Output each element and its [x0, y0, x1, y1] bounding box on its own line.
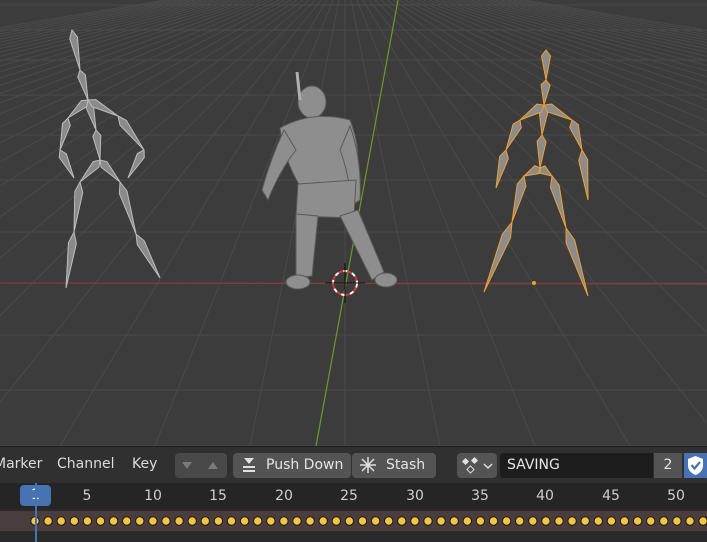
snowflake-icon — [360, 457, 376, 473]
stash-button[interactable]: Stash — [352, 453, 436, 478]
keyframe[interactable] — [69, 516, 80, 526]
3d-viewport[interactable] — [0, 0, 707, 446]
keyframe[interactable] — [593, 516, 603, 526]
keyframe[interactable] — [384, 516, 394, 526]
keyframe[interactable] — [161, 516, 171, 526]
ruler-tick: 50 — [667, 488, 685, 504]
menu-channel[interactable]: Channel — [57, 456, 114, 472]
keyframe[interactable] — [318, 516, 328, 526]
ruler-tick: 45 — [602, 488, 620, 504]
keyframe[interactable] — [239, 516, 250, 526]
keyframe[interactable] — [410, 516, 420, 526]
shield-icon — [688, 456, 703, 475]
keyframe[interactable] — [515, 516, 525, 526]
push-down-icon — [243, 458, 255, 472]
keyframe[interactable] — [148, 516, 158, 526]
keyframe[interactable] — [698, 516, 707, 526]
keyframe[interactable] — [646, 516, 656, 526]
keyframe[interactable] — [82, 516, 93, 526]
keyframe[interactable] — [305, 516, 315, 526]
keyframe[interactable] — [122, 516, 132, 526]
keyframe[interactable] — [554, 516, 564, 526]
menu-marker[interactable]: Marker — [0, 456, 42, 472]
action-browse-button[interactable] — [457, 453, 497, 478]
armature-origin — [532, 281, 536, 285]
dope-sheet-timeline: Marker Channel Key Push Down Stash SAVIN… — [0, 446, 707, 542]
keyframe[interactable] — [528, 516, 538, 526]
keyframe[interactable] — [108, 516, 119, 526]
keyframe[interactable] — [344, 516, 355, 526]
keyframe[interactable] — [632, 516, 643, 526]
push-down-label: Push Down — [266, 457, 344, 473]
action-name-field[interactable]: SAVING — [500, 453, 653, 478]
keyframe[interactable] — [423, 516, 433, 526]
keyframe[interactable] — [541, 516, 551, 526]
action-strip — [0, 511, 707, 531]
arrow-up-icon[interactable] — [208, 462, 218, 469]
keyframe[interactable] — [501, 516, 512, 526]
keyframe[interactable] — [580, 516, 590, 526]
keyframe[interactable] — [135, 516, 145, 526]
cursor-3d-icon — [325, 263, 365, 303]
keyframe[interactable] — [253, 516, 263, 526]
keyframe[interactable] — [292, 516, 302, 526]
keyframe[interactable] — [567, 516, 577, 526]
arrow-down-icon[interactable] — [182, 462, 192, 469]
push-down-button[interactable]: Push Down — [233, 453, 351, 478]
ruler-tick: 40 — [536, 488, 554, 504]
keyframe[interactable] — [488, 516, 499, 526]
keyframe[interactable] — [606, 516, 617, 526]
keyframe[interactable] — [436, 516, 446, 526]
keyframe[interactable] — [266, 516, 276, 526]
armature-selected — [483, 49, 589, 297]
ruler-tick: 10 — [144, 488, 162, 504]
keyframe[interactable] — [56, 516, 66, 526]
keyframe[interactable] — [213, 516, 224, 526]
ruler-tick: 35 — [471, 488, 489, 504]
keyframe[interactable] — [475, 516, 486, 526]
keyframe[interactable] — [226, 516, 237, 526]
ruler-tick: 30 — [406, 488, 424, 504]
stash-label: Stash — [386, 457, 426, 473]
keyframe[interactable] — [449, 516, 459, 526]
keyframe[interactable] — [370, 516, 381, 526]
action-icon — [461, 456, 493, 474]
ruler-tick: 25 — [340, 488, 358, 504]
keyframe[interactable] — [95, 516, 106, 526]
fake-user-button[interactable] — [684, 453, 707, 478]
keyframe[interactable] — [357, 516, 368, 526]
keyframe[interactable] — [462, 516, 472, 526]
ruler-tick: 5 — [82, 488, 92, 504]
keyframe[interactable] — [279, 516, 289, 526]
frame-ruler[interactable]: 1 5 10 15 20 25 30 35 40 45 50 — [0, 483, 707, 509]
keyframe[interactable] — [187, 516, 197, 526]
keyframe[interactable] — [200, 516, 211, 526]
playhead[interactable] — [35, 483, 37, 542]
ruler-tick: 15 — [209, 488, 227, 504]
keyframe[interactable] — [397, 516, 407, 526]
action-users-count[interactable]: 2 — [654, 453, 682, 478]
menu-key[interactable]: Key — [132, 456, 157, 472]
keyframe[interactable] — [331, 516, 341, 526]
keyframes — [30, 516, 707, 526]
keyframe[interactable] — [659, 516, 669, 526]
keyframe[interactable] — [672, 516, 682, 526]
keyframe[interactable] — [619, 516, 630, 526]
keyframe[interactable] — [685, 516, 695, 526]
keyframe[interactable] — [174, 516, 184, 526]
action-channel-row[interactable] — [0, 509, 707, 542]
keyframe[interactable] — [43, 516, 53, 526]
viewport-scene — [0, 0, 707, 446]
timeline-header: Marker Channel Key Push Down Stash SAVIN… — [0, 446, 707, 483]
ruler-tick: 20 — [275, 488, 293, 504]
layer-arrows-group — [175, 453, 227, 478]
